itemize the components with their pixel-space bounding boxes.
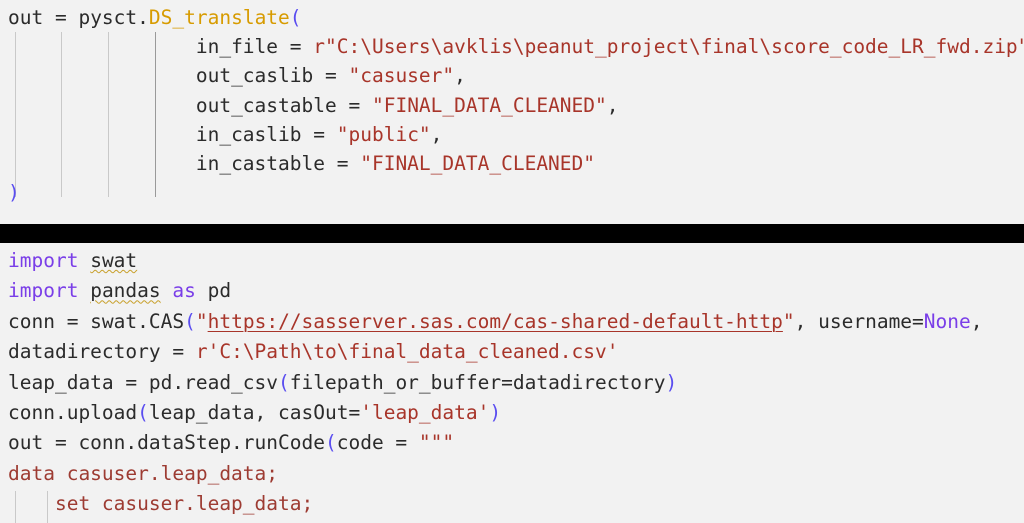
token-equals: = — [912, 309, 924, 333]
token-open-paren: ( — [324, 431, 337, 455]
token-sas-set-statement: set casuser.leap_data; — [8, 492, 314, 516]
code-line[interactable]: out = pysct.DS_translate( — [0, 3, 1024, 32]
code-screenshot: out = pysct.DS_translate( in_file = r"C:… — [0, 0, 1024, 523]
token-string-leap-data: 'leap_data' — [360, 400, 490, 424]
token-string-csv-path: 'C:\Path\to\final_data_cleaned.csv' — [207, 340, 619, 364]
code-line[interactable]: datadirectory = r'C:\Path\to\final_data_… — [0, 337, 1024, 367]
token-module-pandas: pandas — [90, 279, 161, 303]
code-line[interactable]: leap_data = pd.read_csv(filepath_or_buff… — [0, 368, 1024, 398]
token-close-paren: ) — [489, 400, 502, 424]
token-function-name: DS_translate — [148, 6, 290, 29]
code-line[interactable]: out_castable = "FINAL_DATA_CLEANED", — [0, 91, 1024, 120]
code-line[interactable]: ) — [0, 178, 1024, 207]
token-kwarg-in-file: in_file — [195, 35, 279, 59]
code-line[interactable]: out_caslib = "casuser", — [0, 61, 1024, 90]
token-call-conn-upload: conn.upload — [8, 400, 138, 424]
code-line[interactable]: conn.upload(leap_data, casOut='leap_data… — [0, 398, 1024, 428]
token-value-datadirectory: =datadirectory — [501, 370, 666, 394]
token-module-swat: swat — [90, 249, 138, 272]
code-line[interactable]: in_file = r"C:\Users\avklis\peanut_proje… — [0, 32, 1024, 61]
token-dot: . — [137, 6, 149, 29]
code-block-ds-translate[interactable]: out = pysct.DS_translate( in_file = r"C:… — [0, 0, 1024, 224]
token-raw-prefix: r — [195, 340, 208, 364]
token-constant-none: None — [923, 309, 971, 333]
token-equals: = — [336, 93, 372, 117]
code-block-swat-connection[interactable]: import swat import pandas as pd conn = s… — [0, 243, 1024, 523]
token-triple-quote: """ — [418, 431, 455, 455]
token-class-cas: CAS — [148, 309, 185, 333]
token-string-final-data-cleaned: "FINAL_DATA_CLEANED" — [371, 93, 607, 117]
token-close-paren: ) — [665, 370, 678, 394]
code-line[interactable]: in_caslib = "public", — [0, 120, 1024, 149]
token-equals: = — [301, 122, 337, 146]
token-plain: out = — [8, 6, 79, 29]
token-kwarg-in-caslib: in_caslib — [195, 122, 302, 146]
token-sas-data-statement: data casuser.leap_data; — [8, 461, 279, 485]
token-quote: " — [782, 309, 795, 333]
token-string-path: "C:\Users\avklis\peanut_project\final\sc… — [325, 35, 1024, 59]
token-kwarg-in-castable: in_castable — [195, 151, 325, 175]
token-keyword-import: import — [8, 249, 79, 272]
token-open-paren: ( — [137, 400, 149, 424]
code-line[interactable]: import pandas as pd — [0, 276, 1024, 306]
token-string-final-data-cleaned: "FINAL_DATA_CLEANED" — [360, 151, 596, 175]
code-line[interactable]: in_castable = "FINAL_DATA_CLEANED" — [0, 149, 1024, 178]
token-keyword-import: import — [8, 279, 79, 303]
token-url[interactable]: https://sasserver.sas.com/cas-shared-def… — [208, 310, 783, 333]
code-line[interactable]: data casuser.leap_data; — [0, 459, 1024, 489]
token-kwarg-username: username — [818, 309, 913, 333]
token-close-paren: ) — [8, 181, 20, 205]
token-alias-pd: pd — [207, 279, 232, 303]
token-kwarg-filepath: filepath_or_buffer — [289, 370, 502, 394]
token-module: pysct — [78, 6, 138, 29]
token-open-paren: ( — [289, 6, 302, 29]
token-equals: = — [324, 151, 361, 175]
token-equals: = — [313, 64, 349, 88]
block-separator — [0, 224, 1024, 243]
code-line[interactable]: set casuser.leap_data; — [0, 489, 1024, 519]
token-assign-conn: conn = swat. — [8, 309, 149, 333]
token-string-casuser: "casuser" — [348, 64, 455, 88]
code-line[interactable]: conn = swat.CAS("https://sasserver.sas.c… — [0, 307, 1024, 337]
token-open-paren: ( — [278, 370, 290, 394]
token-raw-prefix: r — [313, 35, 326, 59]
token-kwarg-code: code = — [336, 431, 419, 455]
token-assign-leap-data: leap_data = pd.read_csv — [8, 370, 279, 394]
token-comma: , — [454, 64, 466, 88]
token-comma: , — [970, 309, 983, 333]
token-string-public: "public" — [336, 122, 431, 146]
code-line[interactable]: out = conn.dataStep.runCode(code = """ — [0, 428, 1024, 458]
token-quote: " — [195, 309, 208, 333]
token-kwarg-out-caslib: out_caslib — [195, 64, 314, 88]
token-equals: = — [278, 35, 314, 59]
token-assign-datadirectory: datadirectory = — [8, 340, 196, 364]
token-args: leap_data, casOut= — [148, 400, 361, 424]
token-keyword-as: as — [172, 279, 196, 303]
code-line[interactable]: import swat — [0, 246, 1024, 276]
token-kwarg-out-castable: out_castable — [195, 93, 337, 117]
token-open-paren: ( — [184, 309, 196, 333]
token-comma: , — [606, 93, 619, 117]
token-comma: , — [430, 122, 443, 146]
token-call-runcode: out = conn.dataStep.runCode — [8, 431, 325, 455]
token-comma: , — [794, 309, 819, 333]
